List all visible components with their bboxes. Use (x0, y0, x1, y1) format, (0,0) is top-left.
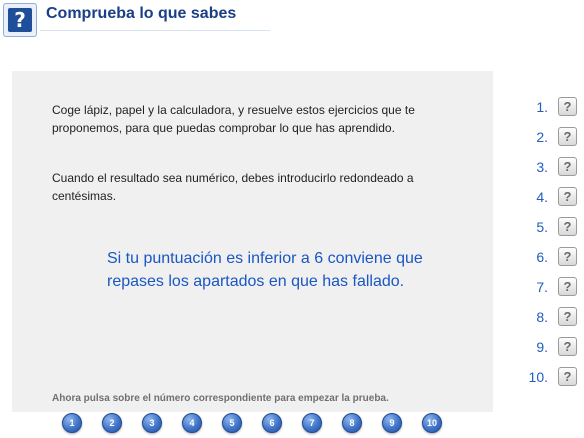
question-icon: ? (3, 3, 37, 37)
help-question-icon[interactable]: ? (558, 157, 577, 176)
question-item-8[interactable]: 8. ? (520, 307, 580, 329)
exercise-circle-7[interactable]: 7 (302, 413, 322, 433)
question-item-2[interactable]: 2. ? (520, 127, 580, 149)
help-question-icon[interactable]: ? (558, 127, 577, 146)
exercise-circle-8[interactable]: 8 (342, 413, 362, 433)
help-question-icon[interactable]: ? (558, 187, 577, 206)
instructions-paragraph-2: Cuando el resultado sea numérico, debes … (52, 171, 414, 203)
help-question-icon[interactable]: ? (558, 307, 577, 326)
instructions-paragraph-1: Coge lápiz, papel y la calculadora, y re… (52, 103, 415, 135)
instructions-panel: Coge lápiz, papel y la calculadora, y re… (12, 71, 493, 412)
exercise-circle-10[interactable]: 10 (422, 413, 442, 433)
start-instruction: Ahora pulsa sobre el número correspondie… (52, 393, 389, 404)
question-icon-glyph: ? (8, 8, 32, 32)
question-number: 5. (536, 219, 548, 235)
help-question-icon[interactable]: ? (558, 367, 577, 386)
question-number: 4. (536, 189, 548, 205)
question-number: 8. (536, 309, 548, 325)
question-number: 2. (536, 129, 548, 145)
exercise-number-bar: 1 2 3 4 5 6 7 8 9 10 (62, 413, 462, 435)
help-question-icon[interactable]: ? (558, 97, 577, 116)
question-number: 1. (536, 99, 548, 115)
exercise-circle-5[interactable]: 5 (222, 413, 242, 433)
question-number: 10. (528, 369, 548, 385)
exercise-circle-3[interactable]: 3 (142, 413, 162, 433)
exercise-circle-2[interactable]: 2 (102, 413, 122, 433)
exercise-circle-6[interactable]: 6 (262, 413, 282, 433)
help-question-icon[interactable]: ? (558, 247, 577, 266)
question-item-6[interactable]: 6. ? (520, 247, 580, 269)
help-question-icon[interactable]: ? (558, 217, 577, 236)
question-item-9[interactable]: 9. ? (520, 337, 580, 359)
title-divider (40, 30, 270, 31)
score-note: Si tu puntuación es inferior a 6 convien… (107, 250, 423, 290)
question-number: 7. (536, 279, 548, 295)
exercise-circle-4[interactable]: 4 (182, 413, 202, 433)
question-number: 3. (536, 159, 548, 175)
help-question-icon[interactable]: ? (558, 277, 577, 296)
question-item-3[interactable]: 3. ? (520, 157, 580, 179)
question-item-7[interactable]: 7. ? (520, 277, 580, 299)
question-item-5[interactable]: 5. ? (520, 217, 580, 239)
question-number: 9. (536, 339, 548, 355)
page-title: Comprueba lo que sabes (46, 5, 237, 22)
question-item-4[interactable]: 4. ? (520, 187, 580, 209)
question-number: 6. (536, 249, 548, 265)
question-item-1[interactable]: 1. ? (520, 97, 580, 119)
exercise-circle-1[interactable]: 1 (62, 413, 82, 433)
help-question-icon[interactable]: ? (558, 337, 577, 356)
exercise-circle-9[interactable]: 9 (382, 413, 402, 433)
question-item-10[interactable]: 10. ? (520, 367, 580, 389)
